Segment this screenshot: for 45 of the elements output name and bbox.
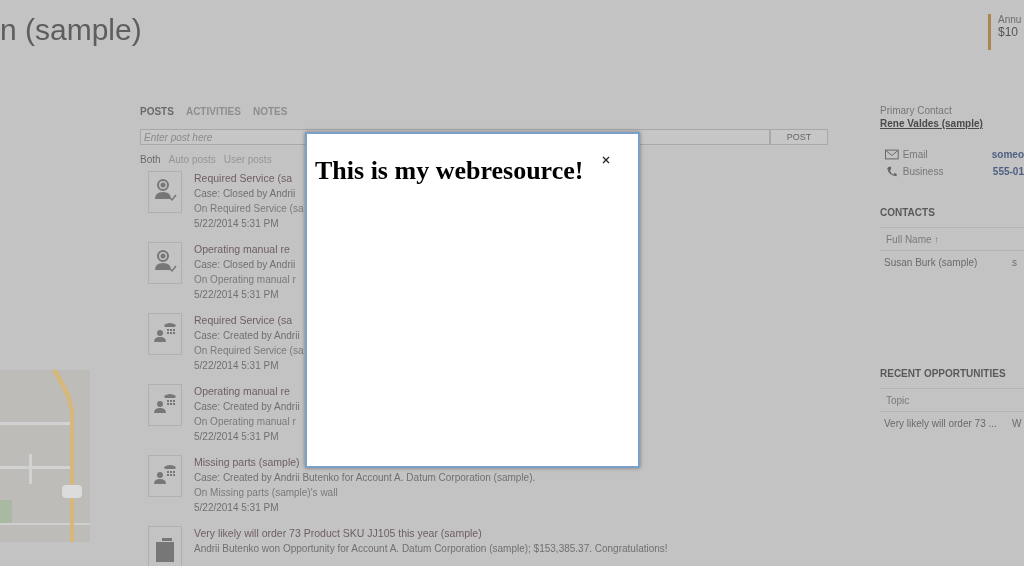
table-cell: W (1012, 418, 1022, 429)
tab[interactable]: POSTS (140, 106, 174, 117)
post-time: 5/22/2014 5:31 PM (194, 288, 280, 302)
column-header[interactable]: Topic (886, 394, 910, 406)
primary-contact-label: Primary Contact (880, 105, 953, 116)
post-title[interactable]: Very likely will order 73 Product SKU JJ105 this year (sample) (194, 526, 668, 541)
post-time: 5/22/2014 5:31 PM (194, 501, 280, 515)
post-title[interactable]: Operating manual re (194, 384, 300, 399)
post-detail: Case: Closed by Andrii (194, 187, 297, 201)
post-wall-link[interactable]: On Missing parts (sample)'s wall (194, 485, 536, 500)
filter-link[interactable]: Both (140, 154, 161, 165)
record-title: n (sample) (0, 12, 142, 48)
post-time: 5/22/2014 5:31 PM (194, 430, 280, 444)
section-title: RECENT OPPORTUNITIES (880, 368, 1007, 379)
stat-value: $10 (998, 25, 1020, 39)
close-icon[interactable] (602, 156, 610, 164)
contact-field-value[interactable]: someo (991, 149, 1024, 160)
post-title[interactable]: Required Service (sa (194, 313, 304, 328)
post-time: 5/22/2014 5:31 PM (194, 359, 280, 373)
phone-icon (885, 166, 899, 177)
post-wall-link[interactable]: On Operating manual r (194, 272, 296, 287)
contact-field-label: Email (902, 149, 929, 160)
post-detail: Andrii Butenko won Opportunity for Account A. Datum Corporation (sample); $153,385.37. Congratulations! (194, 542, 668, 556)
post-title[interactable]: Required Service (sa (194, 171, 304, 186)
primary-contact-link[interactable]: Rene Valdes (sample) (880, 118, 1024, 129)
post-detail: Case: Created by Andrii (194, 329, 301, 343)
post-button[interactable]: POST (770, 129, 828, 145)
post-detail: Case: Closed by Andrii (194, 258, 296, 272)
table-cell: s (1012, 257, 1017, 268)
post-wall-link[interactable]: On Required Service (sa (194, 343, 304, 358)
post-title[interactable]: Operating manual re (194, 242, 296, 257)
stat-label: Annu (998, 14, 1023, 25)
table-cell-text: Very likely will order 73 ... (884, 418, 998, 429)
column-header[interactable]: Full Name ↑ (886, 233, 940, 245)
post-wall-link[interactable]: On Operating manual r (194, 414, 300, 429)
post-detail: Case: Created by Andrii (194, 400, 300, 414)
envelope-icon (885, 149, 899, 160)
section-title: CONTACTS (880, 207, 936, 218)
post-time: 5/22/2014 5:31 PM (194, 217, 280, 231)
post-wall-link[interactable]: On Required Service (sa (194, 201, 304, 216)
table-cell-text: Susan Burk (sample) (884, 257, 979, 268)
dialog-heading: This is my webresource! (315, 156, 584, 186)
post-detail: Case: Created by Andrii Butenko for Account A. Datum Corporation (sample). (194, 471, 536, 485)
contact-field-value[interactable]: 555-01 (992, 166, 1024, 177)
contact-field-label: Business (902, 166, 945, 177)
